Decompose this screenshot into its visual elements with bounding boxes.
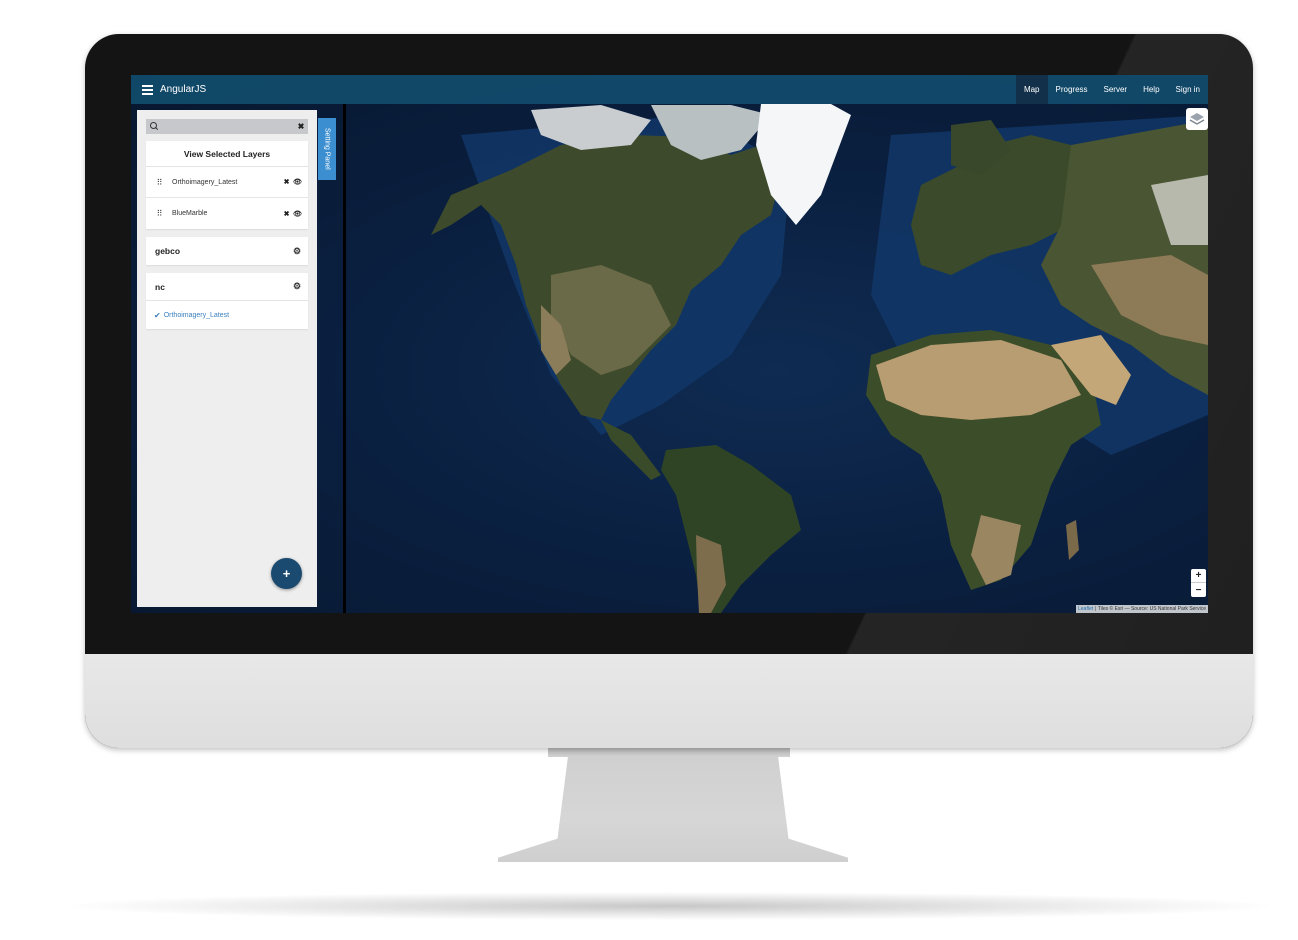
gear-icon[interactable]: ⚙ [290,246,304,257]
remove-layer-icon[interactable]: ✖ [281,210,292,218]
nav-item-map[interactable]: Map [1015,75,1048,104]
group-header[interactable]: gebco ⚙ [146,237,308,265]
clear-search-icon[interactable]: ✖ [294,122,308,131]
monitor-stand [498,756,848,862]
layer-name: Orthoimagery_Latest [172,178,238,186]
add-layer-button[interactable]: + [271,558,302,589]
selected-layer-row: ⠿ BlueMarble ✖ 👁 [146,198,308,229]
attribution-text: | Tiles © Esri — Source: US National Par… [1095,606,1206,612]
layer-search-bar: ✖ [146,119,308,134]
search-input[interactable] [160,119,294,134]
leaflet-link[interactable]: Leaflet [1078,606,1093,612]
selected-layers-title: View Selected Layers [146,141,308,167]
layer-group-nc: nc ⚙ ✔ Orthoimagery_Latest [146,273,308,329]
south-america [661,445,801,613]
group-header[interactable]: nc ⚙ [146,273,308,301]
setting-panel-tab[interactable]: Setting Panel [318,118,336,180]
group-layer-item[interactable]: ✔ Orthoimagery_Latest [146,301,308,329]
nav-item-server[interactable]: Server [1096,75,1136,104]
group-title: gebco [155,246,181,256]
layer-group-gebco: gebco ⚙ [146,237,308,265]
layer-sidebar: ✖ View Selected Layers ⠿ Orthoimagery_La… [137,110,317,607]
map-attribution: Leaflet | Tiles © Esri — Source: US Nati… [1076,605,1208,613]
monitor-chin [85,654,1253,748]
remove-layer-icon[interactable]: ✖ [281,178,292,186]
drag-handle-icon[interactable]: ⠿ [146,209,172,218]
zoom-out-button[interactable]: − [1191,583,1206,597]
brand-title[interactable]: AngularJS [160,84,206,95]
selected-layers-card: View Selected Layers ⠿ Orthoimagery_Late… [146,141,308,229]
nav-item-progress[interactable]: Progress [1048,75,1096,104]
panel-divider[interactable] [343,104,346,613]
visibility-eye-icon[interactable]: 👁 [292,178,303,186]
layers-control-icon[interactable] [1186,108,1208,130]
menu-icon[interactable] [134,75,160,104]
floor-shadow [70,892,1270,920]
nav-item-sign-in[interactable]: Sign in [1168,75,1208,104]
nav-item-help[interactable]: Help [1135,75,1167,104]
selected-layer-row: ⠿ Orthoimagery_Latest ✖ 👁 [146,167,308,198]
top-navbar: AngularJS Map Progress Server Help Sign … [131,75,1208,104]
zoom-control: + − [1191,569,1206,597]
visibility-eye-icon[interactable]: 👁 [292,210,303,218]
setting-panel-label: Setting Panel [323,128,331,170]
check-icon: ✔ [154,310,161,320]
layer-name: BlueMarble [172,210,208,217]
zoom-in-button[interactable]: + [1191,569,1206,583]
gear-icon[interactable]: ⚙ [290,281,304,292]
app-screen: AngularJS Map Progress Server Help Sign … [131,75,1208,613]
group-title: nc [155,281,165,292]
search-icon [146,119,160,134]
monitor-stand-neck [548,747,790,757]
drag-handle-icon[interactable]: ⠿ [146,178,172,187]
nav-menu: Map Progress Server Help Sign in [1015,75,1208,104]
group-layer-name: Orthoimagery_Latest [163,311,230,319]
